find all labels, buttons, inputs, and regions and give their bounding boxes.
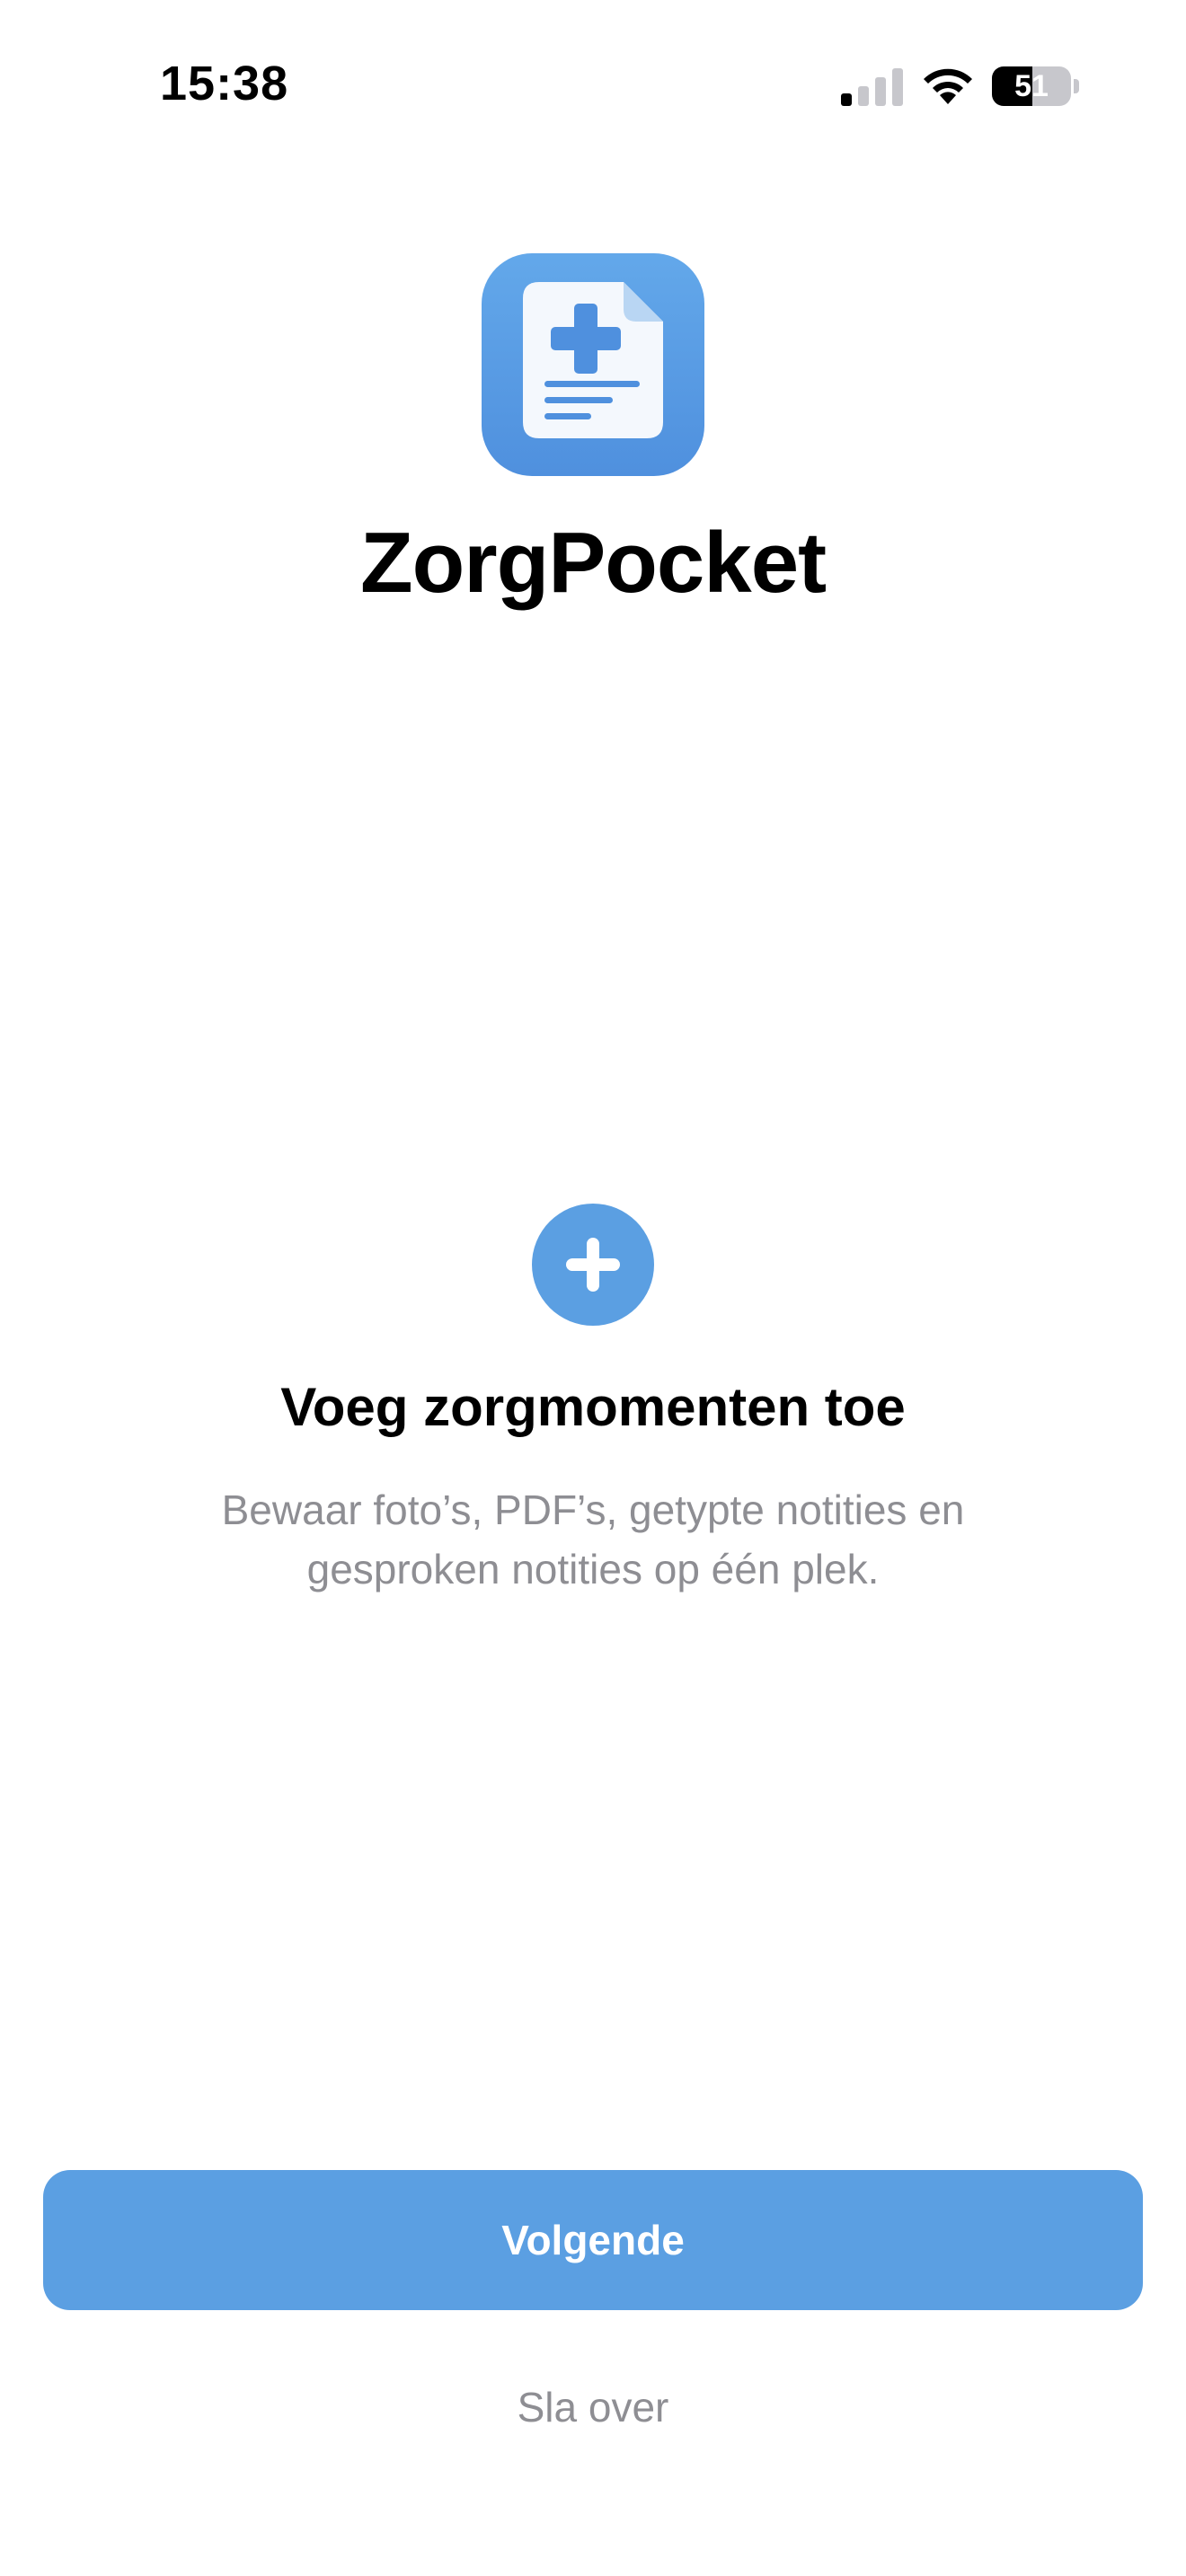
battery-indicator: 51 bbox=[992, 66, 1080, 106]
feature-title: Voeg zorgmomenten toe bbox=[280, 1377, 906, 1437]
status-time: 15:38 bbox=[160, 57, 289, 110]
next-button[interactable]: Volgende bbox=[43, 2170, 1143, 2310]
battery-cap bbox=[1074, 79, 1079, 93]
battery-body: 51 bbox=[992, 66, 1071, 106]
feature-description: Bewaar foto’s, PDF’s, getypte notities e… bbox=[221, 1486, 965, 1592]
status-bar: 15:38 51 bbox=[0, 0, 1186, 171]
plus-circle-icon bbox=[532, 1204, 654, 1326]
battery-level: 51 bbox=[1014, 69, 1049, 103]
wifi-icon bbox=[924, 68, 972, 104]
app-logo-icon bbox=[482, 253, 704, 476]
cellular-signal-icon bbox=[841, 68, 903, 106]
skip-button[interactable]: Sla over bbox=[413, 2371, 773, 2443]
app-name: ZorgPocket bbox=[359, 515, 827, 611]
